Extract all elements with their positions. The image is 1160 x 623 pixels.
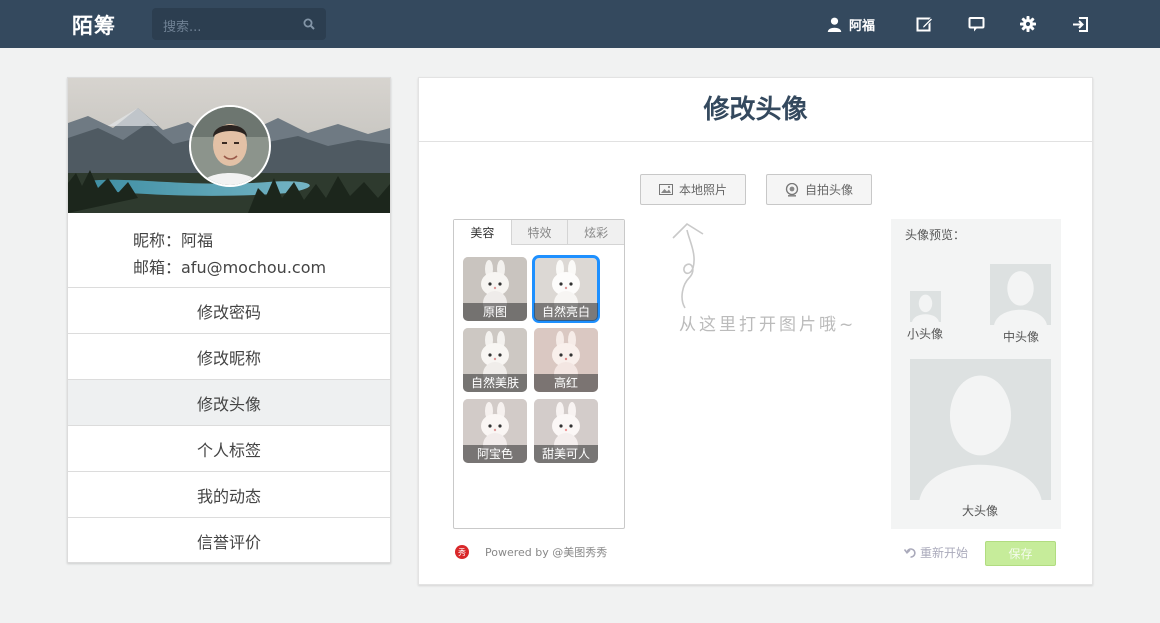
small-avatar-preview bbox=[910, 291, 941, 322]
filter-thumbnails: 原图 自然亮白 自然美肤 高红 阿宝色 甜美可人 bbox=[463, 255, 613, 463]
filter-thumb-high-red[interactable]: 高红 bbox=[534, 328, 598, 392]
powered-text[interactable]: Powered by @美图秀秀 bbox=[485, 544, 607, 560]
filter-panel: 美容 特效 炫彩 原图 自然亮白 自然美肤 高红 阿宝色 甜美可人 bbox=[453, 219, 625, 529]
menu-item-personal-tags[interactable]: 个人标签 bbox=[68, 425, 390, 471]
filter-label: 自然亮白 bbox=[534, 303, 598, 321]
username: 阿福 bbox=[849, 18, 876, 34]
filter-thumb-natural-skin[interactable]: 自然美肤 bbox=[463, 328, 527, 392]
avatar-preview: 头像预览： 小头像 中头像 大头像 bbox=[891, 219, 1061, 529]
small-avatar-label: 小头像 bbox=[907, 327, 944, 341]
menu-item-change-avatar[interactable]: 修改头像 bbox=[68, 379, 390, 425]
settings-menu: 修改密码 修改昵称 修改头像 个人标签 我的动态 信誉评价 bbox=[68, 287, 390, 563]
menu-item-change-password[interactable]: 修改密码 bbox=[68, 287, 390, 333]
filter-thumb-sweet[interactable]: 甜美可人 bbox=[534, 399, 598, 463]
nickname-text: 昵称：阿福 bbox=[133, 231, 214, 250]
filter-thumb-abao[interactable]: 阿宝色 bbox=[463, 399, 527, 463]
undo-icon bbox=[904, 548, 916, 558]
edit-icon[interactable] bbox=[914, 14, 934, 34]
menu-item-reputation[interactable]: 信誉评价 bbox=[68, 517, 390, 563]
webcam-icon bbox=[785, 182, 799, 197]
message-icon[interactable] bbox=[966, 14, 986, 34]
image-icon bbox=[658, 184, 673, 195]
selfie-label: 自拍头像 bbox=[804, 183, 853, 197]
logout-icon[interactable] bbox=[1070, 14, 1090, 34]
local-photo-label: 本地照片 bbox=[678, 183, 727, 197]
user-icon bbox=[827, 17, 842, 32]
search-icon[interactable] bbox=[303, 18, 315, 30]
filter-label: 原图 bbox=[463, 303, 527, 321]
top-navbar: 陌筹 搜索... 阿福 bbox=[0, 0, 1160, 48]
user-avatar[interactable] bbox=[189, 105, 271, 187]
filter-label: 自然美肤 bbox=[463, 374, 527, 392]
page-title: 修改头像 bbox=[419, 78, 1092, 142]
profile-info: 昵称：阿福 邮箱：afu@mochou.com bbox=[133, 227, 326, 281]
profile-card: 昵称：阿福 邮箱：afu@mochou.com 修改密码 修改昵称 修改头像 个… bbox=[67, 77, 391, 563]
open-image-hint: 从这里打开图片哦~ bbox=[669, 218, 889, 348]
hint-text: 从这里打开图片哦~ bbox=[679, 315, 857, 335]
gear-icon[interactable] bbox=[1018, 14, 1038, 34]
tab-colorful[interactable]: 炫彩 bbox=[567, 220, 624, 245]
restart-button[interactable]: 重新开始 bbox=[904, 544, 968, 561]
large-avatar-preview bbox=[910, 359, 1051, 500]
meitu-logo-icon: 秀 bbox=[455, 545, 469, 559]
filter-label: 高红 bbox=[534, 374, 598, 392]
tab-effects[interactable]: 特效 bbox=[510, 220, 568, 245]
search-input[interactable]: 搜索... bbox=[163, 16, 201, 35]
large-avatar-label: 大头像 bbox=[962, 504, 999, 518]
save-button[interactable]: 保存 bbox=[985, 541, 1056, 566]
avatar-editor-card: 修改头像 本地照片 自拍头像 美容 特效 炫彩 原图 自然亮白 自然美肤 高红 … bbox=[418, 77, 1093, 585]
medium-avatar-preview bbox=[990, 264, 1051, 325]
menu-item-change-nickname[interactable]: 修改昵称 bbox=[68, 333, 390, 379]
menu-item-my-activity[interactable]: 我的动态 bbox=[68, 471, 390, 517]
filter-thumb-natural-bright[interactable]: 自然亮白 bbox=[532, 255, 600, 323]
powered-by: 秀 Powered by @美图秀秀 bbox=[455, 544, 607, 560]
preview-title: 头像预览： bbox=[905, 228, 966, 242]
user-menu[interactable]: 阿福 bbox=[827, 14, 875, 34]
filter-label: 甜美可人 bbox=[534, 445, 598, 463]
tab-beauty[interactable]: 美容 bbox=[454, 220, 511, 245]
brand-logo[interactable]: 陌筹 bbox=[72, 10, 116, 40]
local-photo-button[interactable]: 本地照片 bbox=[640, 174, 746, 205]
filter-thumb-original[interactable]: 原图 bbox=[463, 257, 527, 321]
filter-label: 阿宝色 bbox=[463, 445, 527, 463]
email-text: 邮箱：afu@mochou.com bbox=[133, 258, 327, 277]
filter-tabs: 美容 特效 炫彩 bbox=[454, 220, 624, 245]
medium-avatar-label: 中头像 bbox=[1003, 330, 1040, 344]
selfie-button[interactable]: 自拍头像 bbox=[766, 174, 872, 205]
restart-label: 重新开始 bbox=[920, 546, 969, 560]
search-box[interactable]: 搜索... bbox=[152, 8, 326, 40]
